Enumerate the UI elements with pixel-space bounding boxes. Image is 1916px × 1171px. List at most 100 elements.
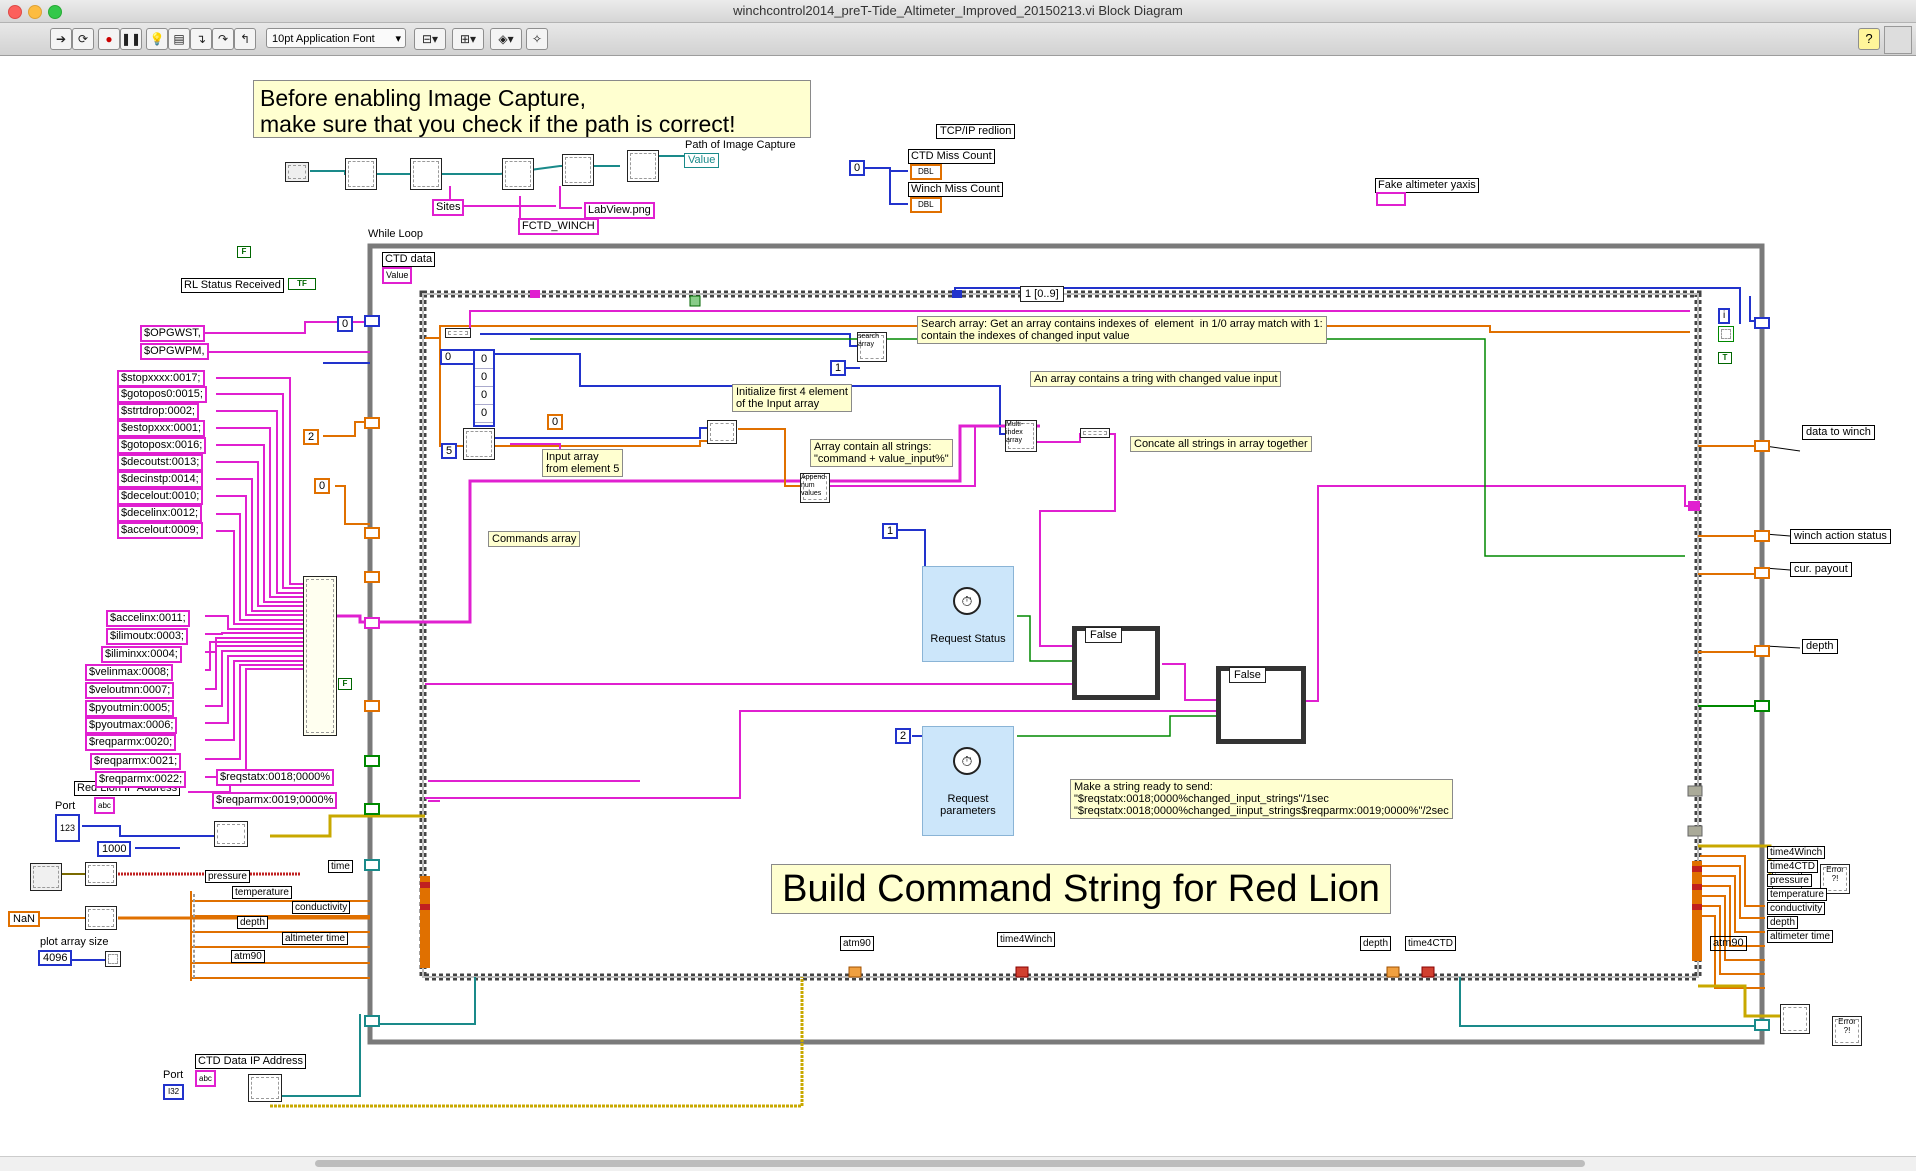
case-structure-1[interactable]: False — [1072, 626, 1160, 700]
string-constant[interactable]: $gotoposx:0016; — [117, 437, 207, 454]
request-params-express-vi[interactable]: ⏱ Request parameters — [922, 726, 1014, 836]
error-handler-node-2[interactable]: Error ?! — [1832, 1016, 1862, 1046]
ctd-data-value[interactable]: Value — [382, 267, 413, 284]
winch-miss-indicator[interactable]: DBL — [910, 197, 942, 213]
string-constant[interactable]: $decelout:0010; — [117, 488, 204, 505]
build-path-node-4[interactable] — [562, 154, 594, 186]
build-path-node-1[interactable] — [345, 158, 377, 190]
case-selector-2[interactable]: False — [1229, 667, 1266, 683]
string-constant[interactable]: $decoutst:0013; — [117, 454, 204, 471]
false-constant-2[interactable]: F — [338, 678, 352, 690]
string-constant[interactable]: $strtdrop:0002; — [117, 403, 199, 420]
distribute-objects-icon[interactable]: ⊞▾ — [452, 28, 484, 50]
string-constant[interactable]: $OPGWST, — [140, 325, 205, 342]
zero-constant-miss[interactable]: 0 — [849, 160, 866, 176]
tcp-open-node-2[interactable] — [248, 1074, 282, 1102]
concatenate-strings-node[interactable] — [1080, 428, 1110, 438]
pause-icon[interactable]: ❚❚ — [120, 28, 142, 50]
two-constant-req[interactable]: 2 — [895, 728, 912, 744]
two-constant-orange[interactable]: 2 — [303, 429, 320, 445]
run-continuously-icon[interactable]: ⟳ — [72, 28, 94, 50]
loop-condition-icon[interactable] — [1718, 326, 1734, 342]
port-control-1[interactable]: 123 — [55, 814, 81, 842]
array-element[interactable]: 0 — [475, 351, 493, 369]
string-constant[interactable]: $reqparmx:0022; — [95, 771, 187, 788]
string-constant[interactable]: $OPGWPM, — [140, 343, 209, 360]
reqparmx-constant[interactable]: $reqparmx:0019;0000% — [212, 792, 338, 809]
abort-icon[interactable]: ● — [98, 28, 120, 50]
labview-png-constant[interactable]: LabView.png — [584, 202, 655, 219]
thousand-constant[interactable]: 1000 — [97, 841, 132, 857]
string-constant[interactable]: $accelout:0009; — [117, 522, 203, 539]
build-path-node-5[interactable] — [627, 150, 659, 182]
build-path-node-3[interactable] — [502, 158, 534, 190]
array-element[interactable]: 0 — [475, 387, 493, 405]
initialize-array-node-2[interactable] — [85, 906, 117, 930]
append-node[interactable]: Append num values — [800, 473, 830, 503]
run-arrow-icon[interactable]: ➔ — [50, 28, 72, 50]
case-selector-1[interactable]: False — [1085, 627, 1122, 643]
nan-constant[interactable]: NaN — [8, 911, 41, 927]
waveform-icon[interactable] — [285, 162, 309, 182]
context-help-button[interactable]: ? — [1858, 28, 1880, 50]
path-image-indicator[interactable]: Value — [684, 153, 720, 168]
five-constant[interactable]: 5 — [441, 443, 458, 459]
build-path-node-2[interactable] — [410, 158, 442, 190]
ctd-data-ip-constant[interactable]: abc — [195, 1070, 216, 1087]
string-constant[interactable]: $ilimoutx:0003; — [106, 628, 188, 645]
search-array-node[interactable]: search array — [857, 332, 887, 362]
string-constant[interactable]: $pyoutmax:0006; — [85, 717, 178, 734]
fake-altimeter-indicator[interactable] — [1376, 192, 1406, 206]
ctd-miss-indicator[interactable]: DBL — [910, 164, 942, 180]
request-status-express-vi[interactable]: ⏱ Request Status — [922, 566, 1014, 662]
clean-up-diagram-icon[interactable]: ✧ — [526, 28, 548, 50]
string-constant[interactable]: $estopxxx:0001; — [117, 420, 206, 437]
zero-constant-orange[interactable]: 0 — [314, 478, 331, 494]
font-select[interactable]: 10pt Application Font ▾ — [266, 28, 406, 48]
initialize-array-node-3[interactable] — [707, 420, 737, 444]
block-diagram-canvas[interactable]: Before enabling Image Capture, make sure… — [0, 56, 1916, 1154]
zero-constant-init[interactable]: 0 — [547, 414, 564, 430]
step-out-icon[interactable]: ↰ — [234, 28, 256, 50]
multiply-node[interactable] — [105, 951, 121, 967]
retain-wire-values-icon[interactable]: ▤ — [168, 28, 190, 50]
true-constant[interactable]: T — [1718, 352, 1732, 364]
string-constant[interactable]: $velinmax:0008; — [85, 664, 174, 681]
string-constant[interactable]: $iliminxx:0004; — [101, 646, 182, 663]
array-constant[interactable]: 0000 — [473, 349, 495, 427]
array-element[interactable]: 0 — [475, 405, 493, 423]
plot-array-size-constant[interactable]: 4096 — [38, 950, 73, 966]
rl-status-indicator[interactable]: TF — [288, 278, 316, 290]
step-into-icon[interactable]: ↴ — [190, 28, 212, 50]
sites-constant[interactable]: Sites — [432, 199, 465, 216]
sequence-selector[interactable]: 1 [0..9] — [1020, 286, 1064, 302]
multi-index-array-node[interactable]: Multi- index array — [1005, 420, 1037, 452]
string-constant[interactable]: $reqparmx:0020; — [85, 734, 177, 751]
array-element[interactable]: 0 — [475, 369, 493, 387]
zero-constant-loop[interactable]: 0 — [337, 316, 354, 332]
false-constant[interactable]: F — [237, 246, 251, 258]
string-constant[interactable]: $accelinx:0011; — [106, 610, 190, 627]
string-constant[interactable]: $stopxxxx:0017; — [117, 370, 205, 387]
string-constant[interactable]: $decelinx:0012; — [117, 505, 203, 522]
port-control-2[interactable]: I32 — [163, 1084, 185, 1100]
align-objects-icon[interactable]: ⊟▾ — [414, 28, 446, 50]
array-size-node[interactable] — [445, 328, 471, 338]
one-constant-search[interactable]: 1 — [830, 360, 847, 376]
replace-subset-node[interactable] — [463, 428, 495, 460]
horizontal-scrollbar[interactable] — [0, 1156, 1916, 1171]
ctd-cluster-control[interactable] — [30, 863, 62, 891]
fctd-winch-constant[interactable]: FCTD_WINCH — [518, 218, 599, 235]
string-constant[interactable]: $decinstp:0014; — [117, 471, 203, 488]
red-lion-ip-constant[interactable]: abc — [94, 797, 115, 814]
string-constant[interactable]: $reqparmx:0021; — [90, 753, 182, 770]
build-array-node[interactable] — [303, 576, 337, 736]
reorder-icon[interactable]: ◈▾ — [490, 28, 522, 50]
tcp-close-node-2[interactable] — [1780, 1004, 1810, 1034]
step-over-icon[interactable]: ↷ — [212, 28, 234, 50]
string-constant[interactable]: $veloutmn:0007; — [85, 682, 175, 699]
tcp-open-node-1[interactable] — [214, 821, 248, 847]
one-constant-req[interactable]: 1 — [882, 523, 899, 539]
string-constant[interactable]: $pyoutmin:0005; — [85, 700, 175, 717]
highlight-execution-icon[interactable]: 💡 — [146, 28, 168, 50]
